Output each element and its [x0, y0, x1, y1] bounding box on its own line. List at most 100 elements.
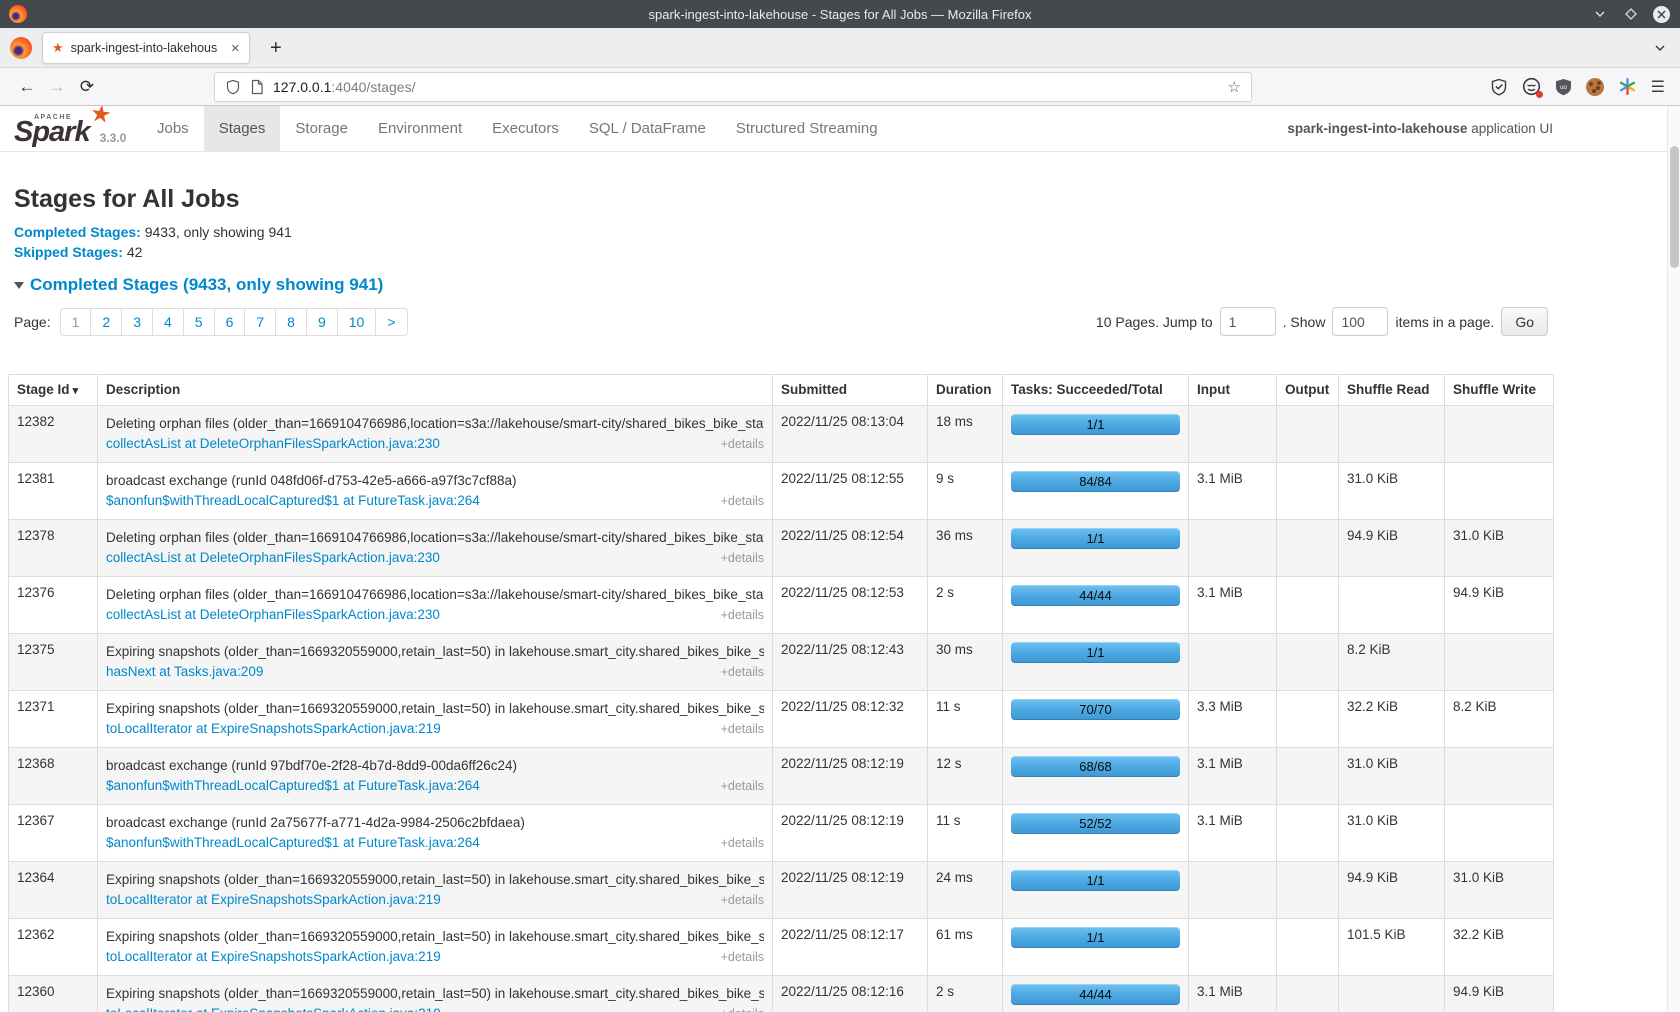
page-button-3[interactable]: 3	[121, 308, 153, 336]
hamburger-menu-icon[interactable]: ☰	[1651, 77, 1665, 97]
page-button-7[interactable]: 7	[244, 308, 276, 336]
back-button[interactable]: ←	[12, 77, 42, 97]
new-tab-button[interactable]: +	[262, 28, 290, 68]
input-cell: 3.3 MiB	[1189, 691, 1277, 748]
stage-detail-link[interactable]: collectAsList at DeleteOrphanFilesSparkA…	[106, 434, 440, 453]
description-cell: Expiring snapshots (older_than=166932055…	[98, 634, 773, 691]
pocket-shield-icon[interactable]	[1490, 78, 1508, 96]
nav-item-stages[interactable]: Stages	[204, 106, 281, 151]
details-toggle[interactable]: +details	[721, 948, 764, 967]
page-button-9[interactable]: 9	[306, 308, 338, 336]
column-header-input[interactable]: Input	[1189, 375, 1277, 406]
extension-asterisk-icon[interactable]	[1618, 77, 1637, 96]
column-header-description[interactable]: Description	[98, 375, 773, 406]
scrollbar-thumb[interactable]	[1670, 146, 1679, 268]
completed-stages-value: 9433, only showing 941	[145, 224, 292, 240]
spark-favicon-icon: ★	[52, 40, 64, 56]
jump-to-page-input[interactable]	[1220, 307, 1276, 336]
input-cell: 3.1 MiB	[1189, 805, 1277, 862]
column-header-submitted[interactable]: Submitted	[773, 375, 928, 406]
nav-item-executors[interactable]: Executors	[477, 106, 574, 151]
tasks-progress-bar: 1/1	[1011, 642, 1180, 663]
stage-detail-link[interactable]: toLocalIterator at ExpireSnapshotsSparkA…	[106, 1004, 441, 1012]
details-toggle[interactable]: +details	[721, 492, 764, 511]
column-header-duration[interactable]: Duration	[928, 375, 1003, 406]
bookmark-star-icon[interactable]: ☆	[1228, 78, 1241, 96]
nav-item-environment[interactable]: Environment	[363, 106, 477, 151]
tasks-cell: 68/68	[1003, 748, 1189, 805]
stage-detail-link[interactable]: toLocalIterator at ExpireSnapshotsSparkA…	[106, 947, 441, 966]
details-toggle[interactable]: +details	[721, 834, 764, 853]
completed-stages-line: Completed Stages: 9433, only showing 941	[14, 224, 1680, 241]
close-icon[interactable]	[1653, 6, 1670, 23]
stage-id-cell: 12381	[9, 463, 98, 520]
stage-detail-link[interactable]: collectAsList at DeleteOrphanFilesSparkA…	[106, 605, 440, 624]
tasks-cell: 52/52	[1003, 805, 1189, 862]
description-cell: Expiring snapshots (older_than=166932055…	[98, 691, 773, 748]
tasks-cell: 1/1	[1003, 406, 1189, 463]
page-button-6[interactable]: 6	[214, 308, 246, 336]
nav-item-sql-dataframe[interactable]: SQL / DataFrame	[574, 106, 721, 151]
details-toggle[interactable]: +details	[721, 1005, 764, 1012]
spark-star-icon: ★	[88, 106, 113, 128]
reload-button[interactable]: ⟳	[72, 77, 102, 97]
go-button[interactable]: Go	[1501, 307, 1548, 336]
container-mask-icon[interactable]	[1522, 77, 1541, 96]
link-line: collectAsList at DeleteOrphanFilesSparkA…	[106, 434, 764, 454]
details-toggle[interactable]: +details	[721, 777, 764, 796]
page-button-5[interactable]: 5	[183, 308, 215, 336]
stage-detail-link[interactable]: $anonfun$withThreadLocalCaptured$1 at Fu…	[106, 491, 480, 510]
browser-tab[interactable]: ★ spark-ingest-into-lakehous ✕	[42, 32, 250, 64]
skipped-stages-label: Skipped Stages:	[14, 244, 123, 260]
stage-detail-link[interactable]: toLocalIterator at ExpireSnapshotsSparkA…	[106, 890, 441, 909]
column-header-tasks-succeeded-total[interactable]: Tasks: Succeeded/Total	[1003, 375, 1189, 406]
description-cell: Expiring snapshots (older_than=166932055…	[98, 976, 773, 1012]
details-toggle[interactable]: +details	[721, 891, 764, 910]
column-header-shuffle-write[interactable]: Shuffle Write	[1445, 375, 1554, 406]
column-header-shuffle-read[interactable]: Shuffle Read	[1339, 375, 1445, 406]
nav-item-structured-streaming[interactable]: Structured Streaming	[721, 106, 893, 151]
input-cell: 3.1 MiB	[1189, 976, 1277, 1012]
link-line: toLocalIterator at ExpireSnapshotsSparkA…	[106, 890, 764, 910]
tabs-dropdown-icon[interactable]	[1652, 40, 1668, 61]
maximize-icon[interactable]	[1622, 5, 1640, 23]
page-scrollbar[interactable]	[1667, 106, 1680, 1012]
stage-detail-link[interactable]: $anonfun$withThreadLocalCaptured$1 at Fu…	[106, 776, 480, 795]
application-suffix: application UI	[1471, 121, 1553, 136]
page-button-4[interactable]: 4	[152, 308, 184, 336]
details-toggle[interactable]: +details	[721, 549, 764, 568]
items-per-page-input[interactable]	[1332, 307, 1388, 336]
url-bar[interactable]: 127.0.0.1:4040/stages/ ☆	[214, 72, 1252, 102]
details-toggle[interactable]: +details	[721, 663, 764, 682]
minimize-icon[interactable]	[1591, 5, 1609, 23]
stage-id-cell: 12375	[9, 634, 98, 691]
cookie-icon[interactable]	[1586, 78, 1604, 96]
stage-id-cell: 12367	[9, 805, 98, 862]
nav-item-storage[interactable]: Storage	[280, 106, 363, 151]
ublock-shield-icon[interactable]: uo	[1555, 78, 1572, 96]
column-header-output[interactable]: Output	[1277, 375, 1339, 406]
nav-item-jobs[interactable]: Jobs	[142, 106, 204, 151]
shield-permissions-icon[interactable]	[225, 79, 241, 95]
spark-logo[interactable]: APACHE Spark ★ 3.3.0	[14, 106, 142, 151]
stage-detail-link[interactable]: toLocalIterator at ExpireSnapshotsSparkA…	[106, 719, 441, 738]
stage-detail-link[interactable]: collectAsList at DeleteOrphanFilesSparkA…	[106, 548, 440, 567]
skipped-stages-line: Skipped Stages: 42	[14, 244, 1680, 261]
page-next-button[interactable]: >	[375, 308, 407, 336]
tab-close-icon[interactable]: ✕	[231, 42, 240, 55]
stage-id-cell: 12378	[9, 520, 98, 577]
stage-detail-link[interactable]: $anonfun$withThreadLocalCaptured$1 at Fu…	[106, 833, 480, 852]
details-toggle[interactable]: +details	[721, 606, 764, 625]
page-info-icon[interactable]	[250, 79, 264, 95]
page-button-2[interactable]: 2	[90, 308, 122, 336]
completed-stages-section-toggle[interactable]: Completed Stages (9433, only showing 941…	[14, 275, 1680, 295]
tasks-progress-bar: 1/1	[1011, 528, 1180, 549]
column-header-stage-id[interactable]: Stage Id ▾	[9, 375, 98, 406]
stage-detail-link[interactable]: hasNext at Tasks.java:209	[106, 662, 263, 681]
page-button-8[interactable]: 8	[275, 308, 307, 336]
details-toggle[interactable]: +details	[721, 720, 764, 739]
input-cell	[1189, 520, 1277, 577]
page-button-1[interactable]: 1	[60, 308, 92, 336]
details-toggle[interactable]: +details	[721, 435, 764, 454]
page-button-10[interactable]: 10	[337, 308, 377, 336]
